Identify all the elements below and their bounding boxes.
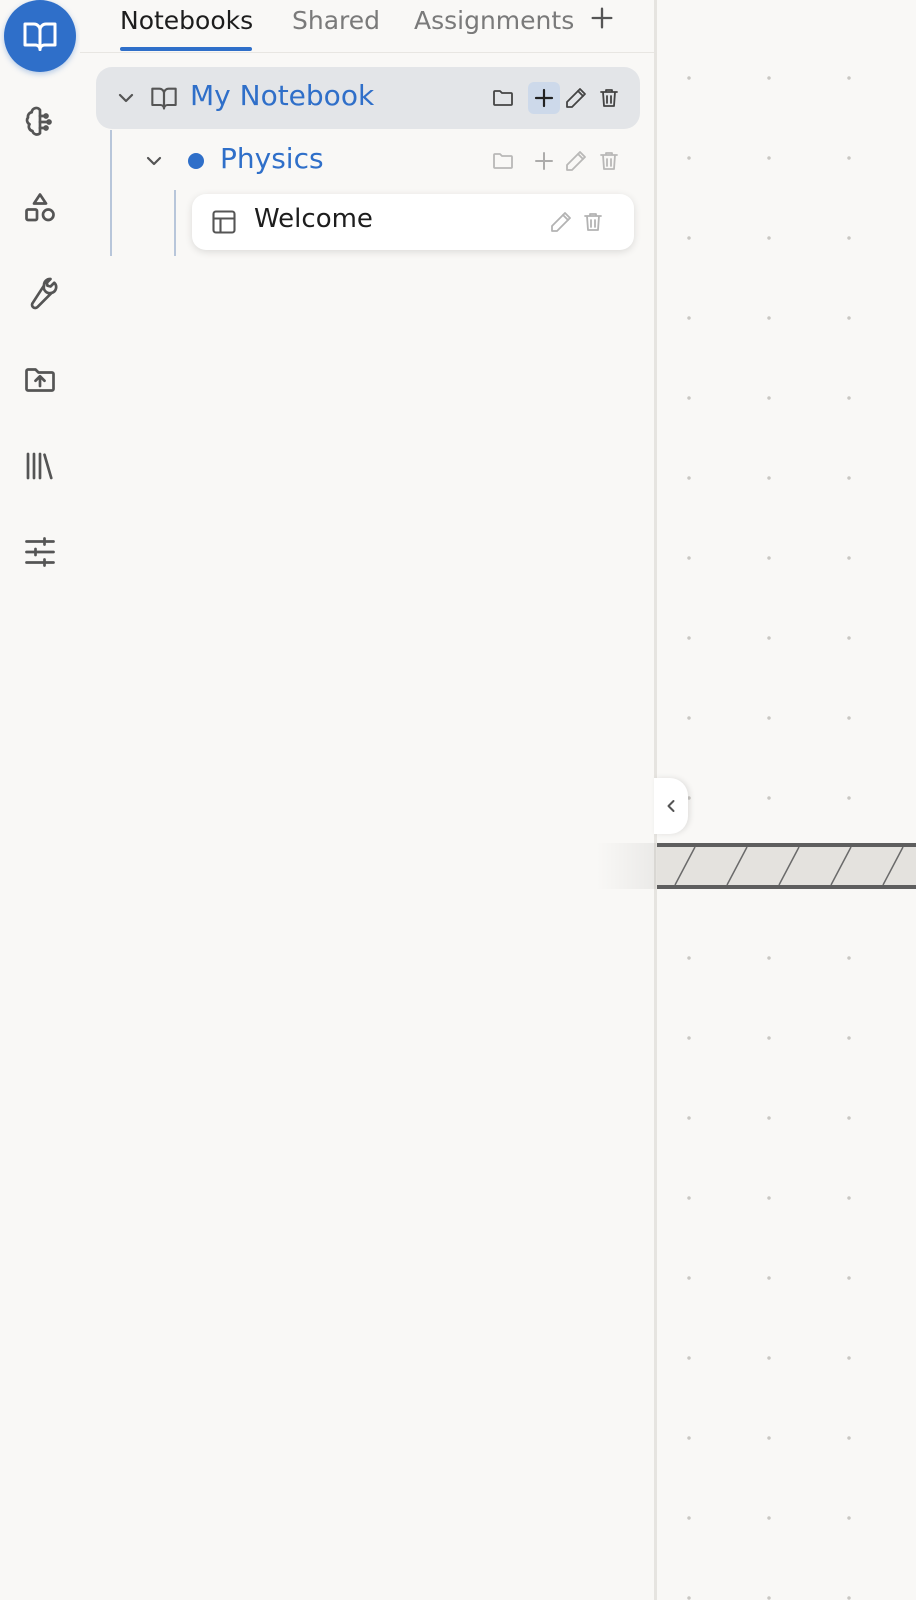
band-shadow [596,843,656,889]
new-folder-button[interactable] [490,148,516,174]
delete-page-button[interactable] [580,209,606,235]
tree-row-section[interactable]: Physics [80,130,654,192]
rename-page-button[interactable] [548,209,574,235]
rail-library-button[interactable] [8,434,72,498]
plus-icon [534,88,554,108]
library-icon [26,452,53,480]
rename-section-button[interactable] [563,148,589,174]
folder-icon [493,90,513,106]
trash-icon [600,152,618,170]
tab-bar: Notebooks Shared Assignments [80,0,654,53]
sliders-icon [25,537,55,567]
section-title[interactable]: Physics [220,142,324,175]
rail-upload-button[interactable] [8,348,72,412]
rename-notebook-button[interactable] [563,85,589,111]
tab-shared[interactable]: Shared [292,6,380,35]
app-window: Notebooks Shared Assignments My Notebook [0,0,916,1600]
notebook-panel: Notebooks Shared Assignments My Notebook [80,0,657,1600]
trash-icon [600,89,618,107]
delete-section-button[interactable] [596,148,622,174]
folder-icon [493,153,513,169]
folder-upload-icon [25,368,55,392]
section-dot [188,153,204,169]
chevron-left-icon [667,800,675,812]
add-tab-icon[interactable] [588,4,616,32]
canvas-area[interactable] [657,0,916,1600]
pencil-icon [551,212,571,232]
left-rail [0,0,80,1600]
chevron-down-icon[interactable] [142,149,166,173]
page-title[interactable]: Welcome [254,204,373,234]
tree-row-page[interactable]: Welcome [192,194,634,250]
pencil-icon [566,88,586,108]
add-page-button[interactable] [531,148,557,174]
open-book-icon [23,22,57,51]
chevron-down-icon[interactable] [114,86,138,110]
delete-notebook-button[interactable] [596,85,622,111]
active-tab-indicator [120,47,252,51]
tree-guide-line [174,190,176,256]
wrench-icon [30,277,58,310]
page-separator-band [657,843,916,889]
tab-assignments[interactable]: Assignments [414,6,574,35]
plus-icon [535,152,553,170]
rail-tools-button[interactable] [8,262,72,326]
pencil-icon [566,151,586,171]
notebook-title[interactable]: My Notebook [190,79,374,112]
rail-notebooks-button[interactable] [4,0,76,72]
collapse-sidebar-button[interactable] [654,778,688,834]
tree-row-notebook[interactable]: My Notebook [96,67,640,129]
rail-brain-button[interactable] [8,90,72,154]
new-folder-button[interactable] [490,85,516,111]
trash-icon [584,213,602,231]
notebook-book-icon [151,87,177,110]
add-page-button[interactable] [531,85,557,111]
page-layout-icon [212,210,236,234]
rail-settings-button[interactable] [8,520,72,584]
tab-notebooks[interactable]: Notebooks [120,6,253,35]
brain-icon [25,106,52,136]
hatch-pattern [674,847,904,885]
rail-shapes-button[interactable] [8,176,72,240]
shapes-icon [25,193,55,222]
